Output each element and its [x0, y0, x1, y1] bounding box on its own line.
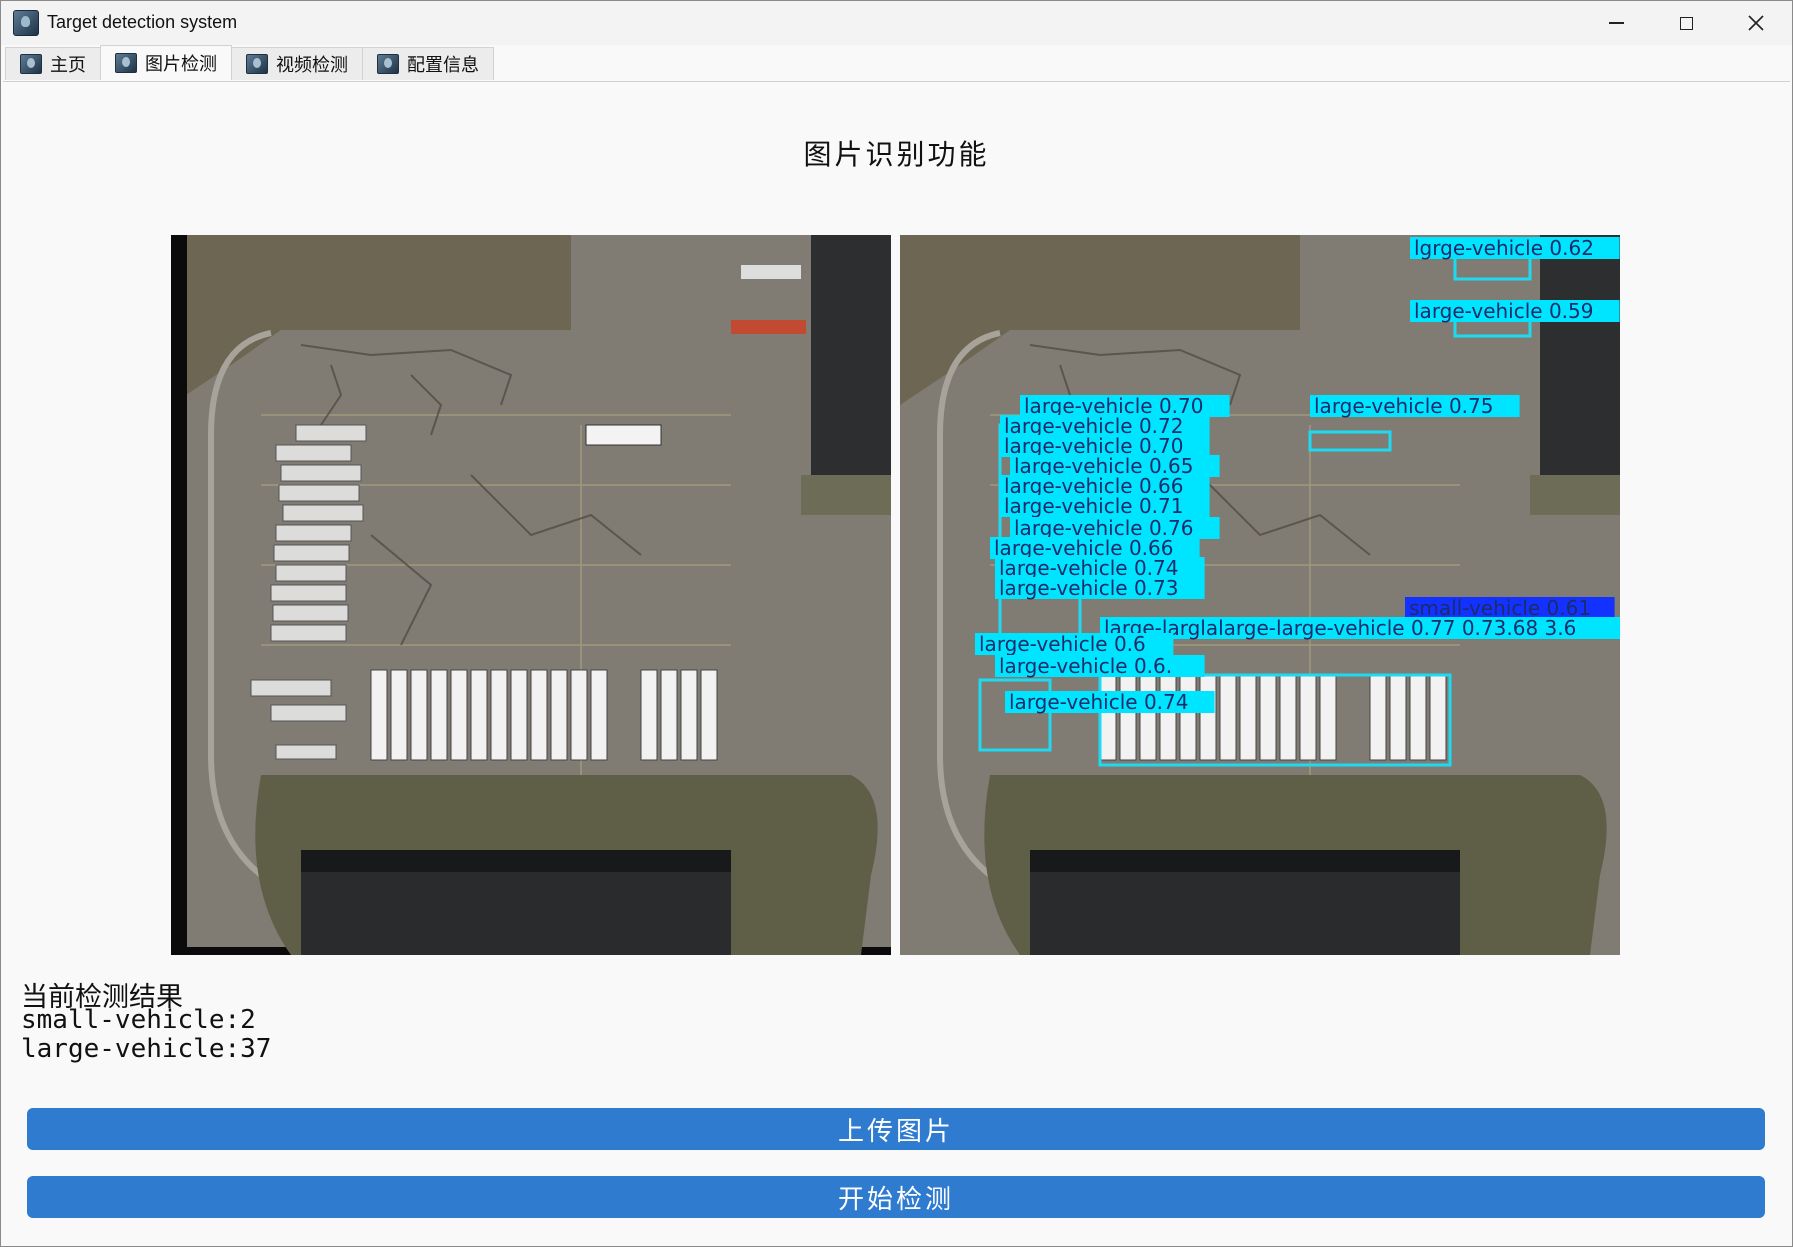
maximize-icon — [1679, 16, 1693, 30]
minimize-icon — [1608, 22, 1624, 24]
page-title: 图片识别功能 — [803, 138, 990, 171]
tab-video-detection[interactable]: 视频检测 — [231, 47, 363, 80]
detection-label: large-vehicle 0.75 — [1314, 394, 1493, 418]
detection-label: large-vehicle 0.73 — [999, 576, 1178, 600]
upload-image-button[interactable]: 上传图片 — [27, 1108, 1765, 1150]
tab-config-info[interactable]: 配置信息 — [362, 47, 494, 80]
tab-image-detection[interactable]: 图片检测 — [100, 45, 232, 80]
detection-label: large-vehicle 0.59 — [1414, 299, 1593, 323]
app-thumbnail-icon — [20, 54, 42, 74]
tab-label: 视频检测 — [276, 55, 348, 76]
original-image — [171, 235, 891, 955]
small-vehicle-count: small-vehicle:2 — [21, 1005, 256, 1035]
detection-label: large-larglalarge-large-vehicle 0.77 0.7… — [1104, 616, 1576, 640]
detection-label: lgrge-vehicle 0.62 — [1414, 236, 1594, 260]
app-thumbnail-icon — [246, 54, 268, 74]
window-title: Target detection system — [47, 12, 238, 32]
aerial-photo-detections: lgrge-vehicle 0.62 large-vehicle 0.59 larg… — [900, 235, 1620, 955]
detection-label: large-vehicle 0.71 — [1004, 494, 1183, 518]
close-button[interactable] — [1721, 1, 1791, 45]
app-icon — [13, 10, 39, 36]
tab-panel-border — [3, 81, 1790, 82]
minimize-button[interactable] — [1581, 1, 1651, 45]
tab-home[interactable]: 主页 — [5, 47, 101, 80]
aerial-photo-original — [171, 235, 891, 955]
result-image: lgrge-vehicle 0.62 large-vehicle 0.59 larg… — [900, 235, 1620, 955]
app-window: Target detection system 主页 图片检测 视频检测 配置信… — [0, 0, 1793, 1247]
app-thumbnail-icon — [115, 53, 137, 73]
maximize-button[interactable] — [1651, 1, 1721, 45]
title-bar: Target detection system — [1, 1, 1792, 45]
detection-label: large-vehicle 0.74 — [1009, 690, 1188, 714]
detection-label: large-vehicle 0.6. — [999, 654, 1172, 678]
app-thumbnail-icon — [377, 54, 399, 74]
close-icon — [1748, 15, 1764, 31]
tab-label: 主页 — [50, 55, 86, 76]
tab-bar: 主页 图片检测 视频检测 配置信息 — [5, 45, 494, 81]
start-detection-button[interactable]: 开始检测 — [27, 1176, 1765, 1218]
tab-label: 配置信息 — [407, 55, 479, 76]
detection-label: large-vehicle 0.6 — [979, 632, 1146, 656]
tab-label: 图片检测 — [145, 54, 217, 75]
large-vehicle-count: large-vehicle:37 — [21, 1034, 272, 1064]
